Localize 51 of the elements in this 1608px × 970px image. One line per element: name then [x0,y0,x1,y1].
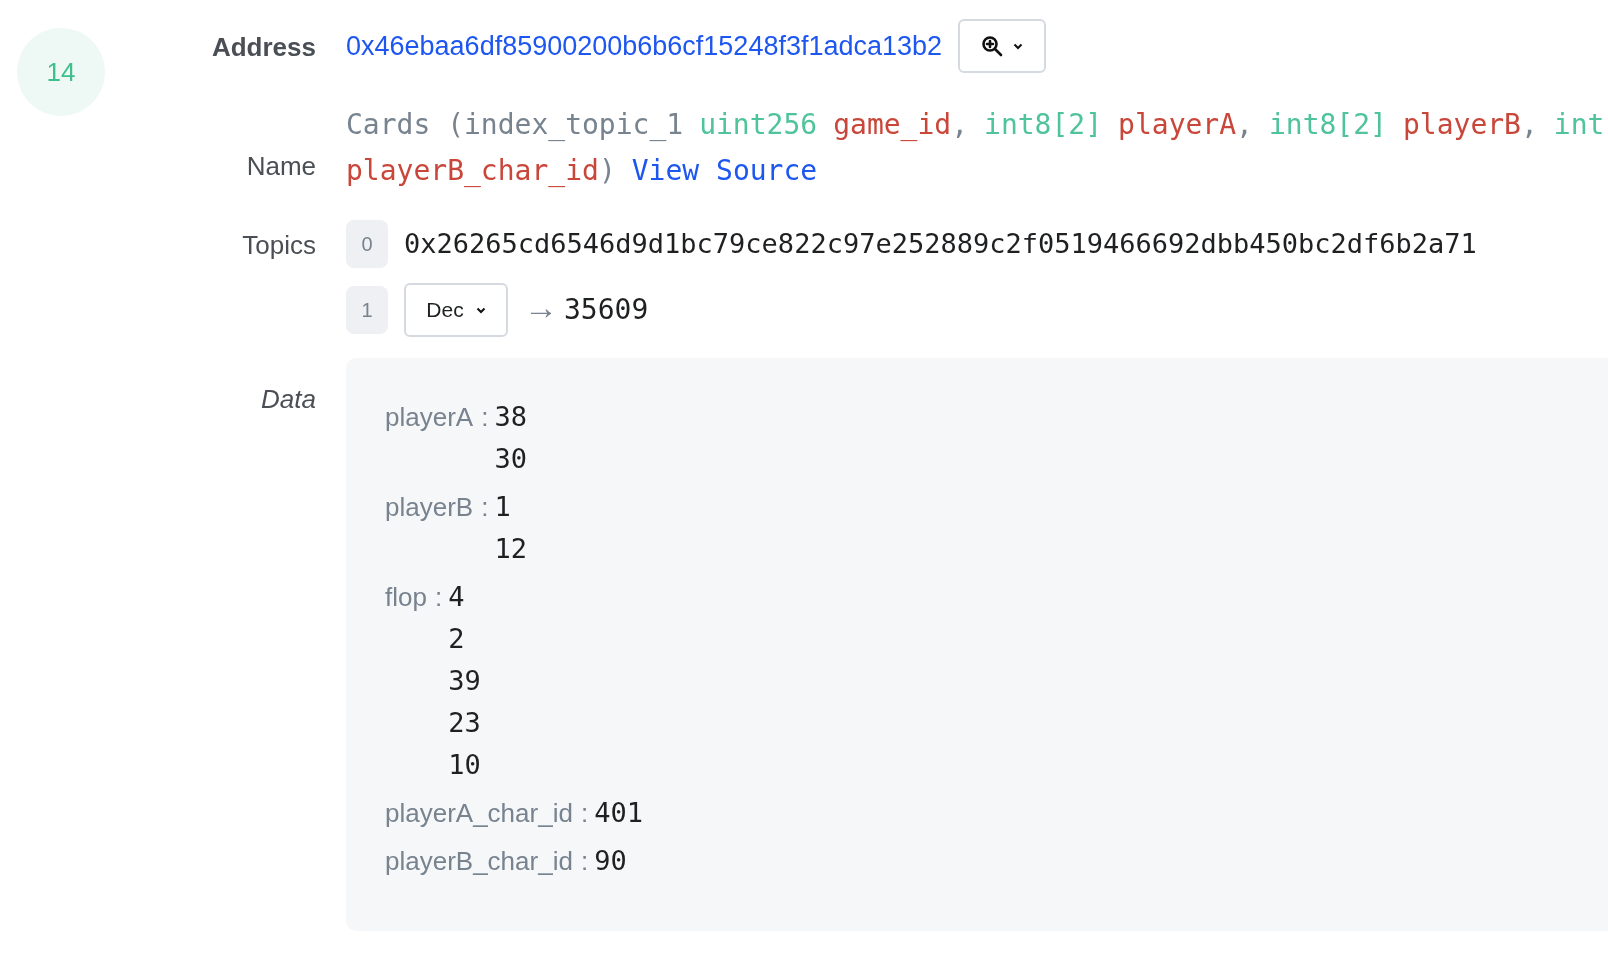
data-field-name: playerB_char_id [385,845,573,878]
log-index-badge: 14 [17,28,105,116]
signature-text: ) [598,153,616,189]
type-name: uint256 [699,107,818,143]
data-field-name: playerA_char_id [385,797,573,830]
data-value: 38 [494,400,527,434]
field-label: Name [246,150,316,183]
field-label: Topics [242,229,316,262]
arrow-icon: → [524,290,558,324]
type-name: int [1553,107,1605,143]
separator-text: : [481,491,489,524]
data-value: 10 [448,748,481,782]
signature-text: , [1520,107,1538,143]
data-field-name: playerA [385,401,474,434]
parameter-name: playerB_char_id [346,153,599,189]
data-value: 39 [448,664,481,698]
data-field-name: playerB [385,491,474,524]
format-dropdown[interactable]: Dec [404,283,508,337]
type-name: int8[2] [1268,107,1387,143]
signature-text: , [951,107,969,143]
separator-text: : [580,845,589,878]
zoom-in-icon [981,35,1004,57]
data-field-name: flop [385,581,427,614]
data-value: 2 [448,622,466,656]
topic-index-badge: 1 [346,286,388,334]
data-value: 1 [494,490,512,524]
caret-icon [1013,42,1024,50]
parameter-name: game_id [833,107,952,143]
field-label: Data [261,383,316,416]
parameter-name: playerA [1118,107,1237,143]
zoom-dropdown-button[interactable] [958,19,1047,73]
separator-text: : [434,581,443,614]
topic-value: 35609 [564,292,649,328]
data-value: 12 [494,532,527,566]
topic-index-badge: 0 [346,220,388,268]
address-link[interactable]: 0x46ebaa6df85900200b6b6cf15248f3f1adca13b2 [346,25,943,67]
caret-icon [475,306,486,314]
signature-text: , [1236,107,1253,143]
field-label: Address [211,31,316,64]
type-name: int8[2] [984,107,1103,143]
topic-value: 0x26265cd6546d9d1bc79ce822c97e252889c2f0519466692dbb450bc2df6b2a71 [404,226,1477,261]
signature-text: Cards (index_topic_1 [346,107,684,143]
separator-text: : [580,797,589,830]
data-value: 4 [448,580,466,614]
data-value: 401 [594,796,643,830]
data-value: 23 [448,706,481,740]
parameter-name: playerB [1402,107,1521,143]
separator-text: : [481,401,489,434]
view-source-link[interactable]: View Source [631,148,818,194]
data-value: 90 [594,844,627,878]
data-value: 30 [494,442,527,476]
